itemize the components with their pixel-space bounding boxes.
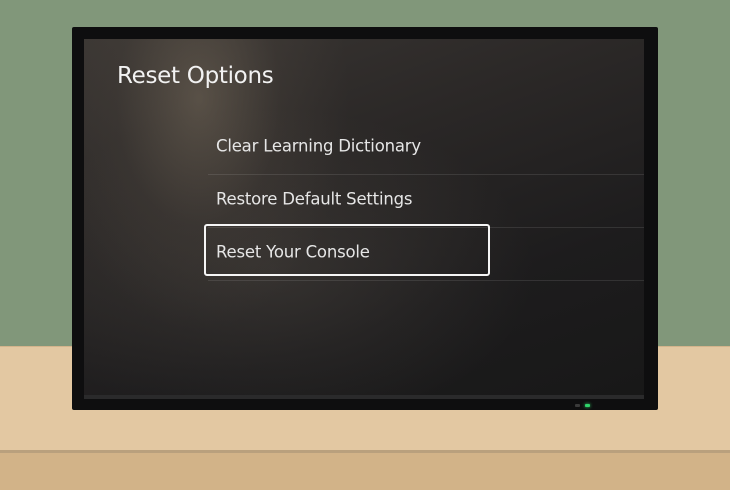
menu-item-clear-learning-dictionary[interactable]: Clear Learning Dictionary bbox=[208, 122, 644, 175]
menu-item-label: Reset Your Console bbox=[216, 242, 370, 262]
page-title: Reset Options bbox=[117, 63, 274, 89]
tv-frame: Reset Options Clear Learning Dictionary … bbox=[72, 27, 658, 410]
desk-front bbox=[0, 453, 730, 490]
menu-item-restore-default-settings[interactable]: Restore Default Settings bbox=[208, 175, 644, 228]
power-led-indicator-icon bbox=[585, 404, 590, 407]
tv-bottom-bezel bbox=[84, 395, 644, 399]
ir-sensor-icon bbox=[575, 404, 580, 407]
menu-item-label: Clear Learning Dictionary bbox=[216, 136, 421, 156]
menu-item-label: Restore Default Settings bbox=[216, 189, 413, 209]
reset-options-menu: Clear Learning Dictionary Restore Defaul… bbox=[204, 122, 644, 281]
menu-item-reset-your-console[interactable]: Reset Your Console bbox=[204, 224, 644, 281]
console-screen: Reset Options Clear Learning Dictionary … bbox=[84, 39, 644, 395]
